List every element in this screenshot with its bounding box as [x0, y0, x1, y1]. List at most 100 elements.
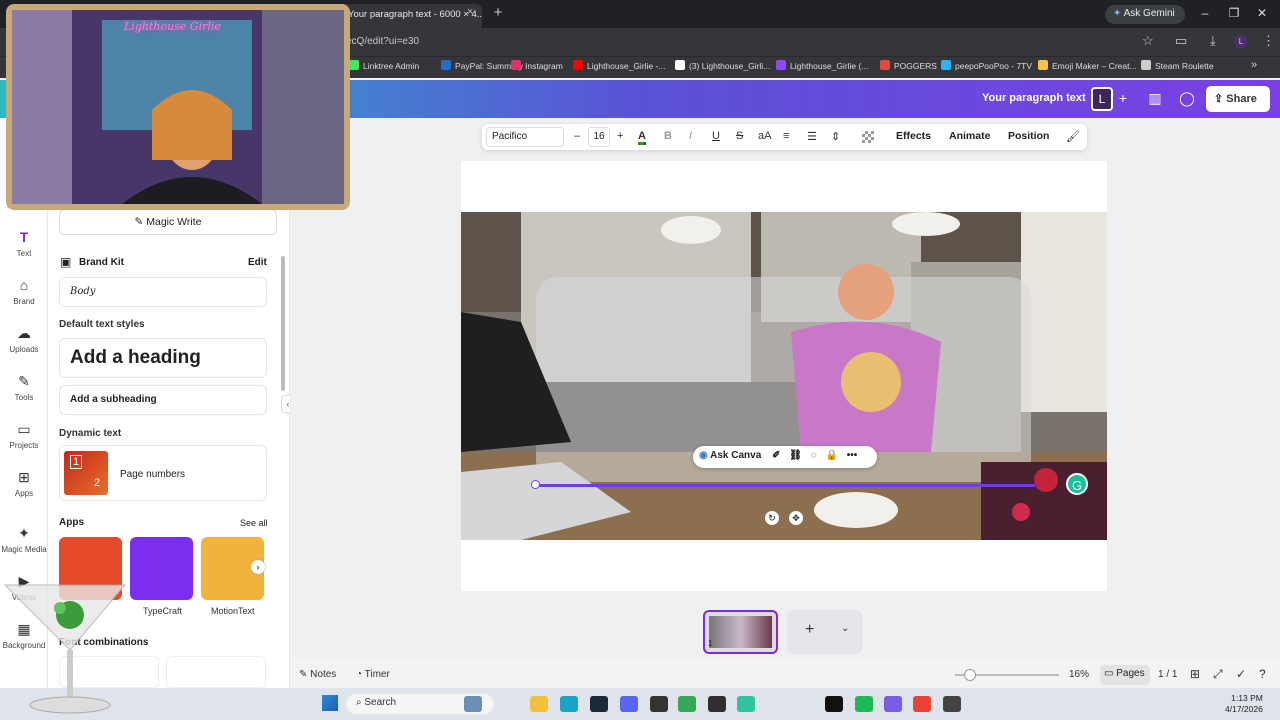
- see-all-link[interactable]: See all: [240, 518, 268, 528]
- minimize-icon[interactable]: –: [1195, 6, 1215, 20]
- cast-icon[interactable]: ▭: [1175, 33, 1187, 49]
- capcut-icon[interactable]: [825, 696, 843, 712]
- epic-games-icon[interactable]: [650, 696, 668, 712]
- bookmark-item[interactable]: Instagram: [511, 60, 563, 71]
- grid-view-icon[interactable]: ⊞: [1190, 667, 1200, 681]
- spacing-icon[interactable]: ⇕: [831, 130, 840, 143]
- menu-dots-icon[interactable]: ⋮: [1262, 33, 1275, 49]
- grammarly-icon[interactable]: G: [1066, 473, 1088, 495]
- streamlabs-icon[interactable]: [737, 696, 755, 712]
- rail-item-projects[interactable]: ▭ Projects: [0, 421, 48, 450]
- resize-handle[interactable]: [531, 480, 540, 489]
- panel-scrollbar[interactable]: [281, 256, 285, 391]
- star-icon[interactable]: ☆: [1142, 33, 1154, 49]
- lock-icon[interactable]: 🔒: [825, 450, 837, 461]
- share-button[interactable]: ⇪ Share: [1206, 86, 1270, 112]
- url-field[interactable]: ecQ/edit?ui=e30: [346, 36, 419, 47]
- rail-item-brand[interactable]: ⌂ Brand: [0, 277, 48, 306]
- move-icon[interactable]: ✥: [789, 511, 803, 525]
- app-icon[interactable]: [943, 696, 961, 712]
- help-icon[interactable]: ?: [1259, 667, 1266, 681]
- more-dots-icon[interactable]: •••: [847, 450, 858, 461]
- notes-button[interactable]: ✎ Notes: [299, 669, 336, 680]
- bookmark-item[interactable]: Linktree Admin: [349, 60, 419, 71]
- ask-gemini-button[interactable]: ✦ Ask Gemini: [1105, 5, 1185, 24]
- comment-add-icon[interactable]: ◌: [811, 450, 817, 461]
- rail-item-tools[interactable]: ✎ Tools: [0, 373, 48, 402]
- edge-icon[interactable]: [560, 696, 578, 712]
- bold-icon[interactable]: B: [664, 130, 672, 142]
- link-icon[interactable]: ⛓: [789, 450, 802, 461]
- align-center-icon[interactable]: ≡: [783, 130, 789, 142]
- rail-item-text[interactable]: T Text: [0, 229, 48, 258]
- windows-start-icon[interactable]: [322, 695, 338, 711]
- rail-item-uploads[interactable]: ☁ Uploads: [0, 325, 48, 354]
- spotify-icon[interactable]: [855, 696, 873, 712]
- bookmark-item[interactable]: Lighthouse_Girlie -...: [573, 60, 665, 71]
- font-select[interactable]: Pacifico: [486, 127, 564, 147]
- add-collaborator-icon[interactable]: +: [1112, 90, 1134, 106]
- list-icon[interactable]: ☰: [807, 130, 817, 143]
- effects-button[interactable]: Effects: [896, 130, 931, 142]
- obs-icon[interactable]: [708, 696, 726, 712]
- transparency-icon[interactable]: [862, 131, 874, 143]
- zoom-slider-handle[interactable]: [964, 669, 976, 681]
- chevron-down-icon[interactable]: ⌄: [841, 623, 849, 634]
- add-heading-button[interactable]: Add a heading: [59, 338, 267, 378]
- copy-style-icon[interactable]: 🖌: [1066, 130, 1080, 143]
- close-window-icon[interactable]: ✕: [1252, 6, 1272, 20]
- magic-edit-icon[interactable]: ✐: [772, 450, 780, 461]
- letter-case-icon[interactable]: aA: [758, 130, 771, 142]
- discord-icon[interactable]: [620, 696, 638, 712]
- bookmarks-more-icon[interactable]: »: [1251, 59, 1257, 71]
- body-text-style[interactable]: Body: [59, 277, 267, 307]
- pages-button[interactable]: ▭ Pages: [1100, 665, 1150, 685]
- bookmark-item[interactable]: peepoPooPoo - 7TV: [941, 60, 1032, 71]
- app-tile[interactable]: [130, 537, 193, 600]
- insights-chart-icon[interactable]: ▥: [1144, 90, 1166, 107]
- position-button[interactable]: Position: [1008, 130, 1049, 142]
- add-subheading-button[interactable]: Add a subheading: [59, 385, 267, 415]
- calculator-icon[interactable]: [884, 696, 902, 712]
- profile-icon[interactable]: L: [1234, 35, 1248, 49]
- fullscreen-icon[interactable]: ⤢: [1213, 667, 1223, 682]
- font-size-increase-icon[interactable]: +: [617, 130, 623, 142]
- font-size-input[interactable]: 16: [588, 127, 610, 147]
- text-color-icon[interactable]: A: [638, 130, 646, 145]
- file-explorer-icon[interactable]: [530, 696, 548, 712]
- strikethrough-icon[interactable]: S: [736, 130, 743, 142]
- chrome-profile-icon[interactable]: [913, 696, 931, 712]
- bookmark-item[interactable]: Steam Roulette: [1141, 60, 1214, 71]
- browser-tab-active[interactable]: Your paragraph text - 6000 × 4...: [340, 4, 482, 28]
- document-title[interactable]: Your paragraph text: [982, 92, 1086, 104]
- avatar[interactable]: L: [1091, 87, 1113, 111]
- chrome-icon[interactable]: [678, 696, 696, 712]
- underline-icon[interactable]: U: [712, 130, 720, 142]
- page-thumbnail[interactable]: 1: [703, 610, 778, 654]
- check-icon[interactable]: ✓: [1236, 667, 1246, 681]
- bookmark-item[interactable]: POGGERS: [880, 60, 937, 71]
- bookmark-item[interactable]: Emoji Maker – Creat...: [1038, 60, 1137, 71]
- widgets-icon[interactable]: [464, 696, 482, 712]
- brand-kit-edit-button[interactable]: Edit: [248, 257, 267, 268]
- maximize-icon[interactable]: ❐: [1224, 6, 1244, 20]
- comment-icon[interactable]: ◯: [1176, 90, 1198, 107]
- download-icon[interactable]: ⤓: [1210, 33, 1216, 49]
- magic-write-button[interactable]: ✎ Magic Write: [59, 209, 277, 235]
- animate-button[interactable]: Animate: [949, 130, 990, 142]
- new-tab-button[interactable]: +: [488, 5, 508, 23]
- font-combination-card[interactable]: [166, 656, 266, 688]
- selected-text-box[interactable]: [535, 484, 1035, 487]
- rail-item-apps[interactable]: ⊞ Apps: [0, 469, 48, 498]
- add-page-button[interactable]: + ⌄: [787, 610, 862, 654]
- tab-close-icon[interactable]: ×: [467, 6, 473, 18]
- apps-next-icon[interactable]: ›: [251, 560, 265, 574]
- font-size-decrease-icon[interactable]: –: [574, 130, 580, 142]
- bookmark-item[interactable]: Lighthouse_Girlie (...: [776, 60, 868, 71]
- steam-icon[interactable]: [590, 696, 608, 712]
- taskbar-clock[interactable]: 1:13 PM 4/17/2026: [1225, 693, 1263, 715]
- zoom-level[interactable]: 16%: [1069, 669, 1089, 680]
- bookmark-item[interactable]: (3) Lighthouse_Girli...: [675, 60, 770, 71]
- timer-button[interactable]: ◔ Timer: [356, 669, 390, 680]
- kitchen-photo[interactable]: [461, 212, 1107, 540]
